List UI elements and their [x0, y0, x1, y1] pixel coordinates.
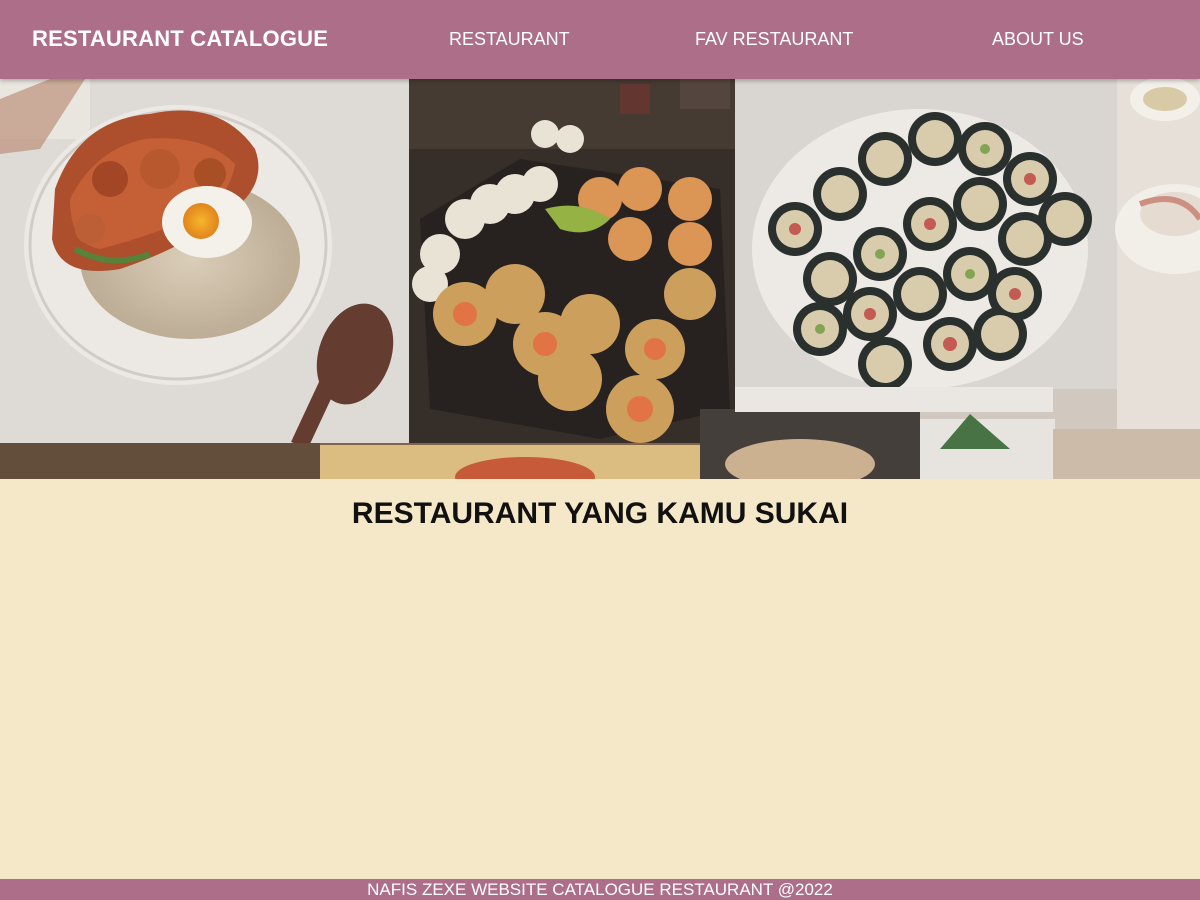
footer: NAFIS ZEXE WEBSITE CATALOGUE RESTAURANT … [0, 879, 1200, 900]
brand-logo-text[interactable]: RESTAURANT CATALOGUE [32, 26, 328, 52]
hero-food-collage [0, 79, 1200, 479]
nav-link-about-us[interactable]: ABOUT US [992, 29, 1084, 50]
footer-copyright: NAFIS ZEXE WEBSITE CATALOGUE RESTAURANT … [367, 880, 833, 899]
hero-image [0, 79, 1200, 479]
page-heading: RESTAURANT YANG KAMU SUKAI [351, 497, 849, 530]
app-bar: RESTAURANT CATALOGUE RESTAURANT FAV REST… [0, 0, 1200, 79]
nav-link-restaurant[interactable]: RESTAURANT [449, 29, 570, 50]
nav-link-fav-restaurant[interactable]: FAV RESTAURANT [695, 29, 853, 50]
favorite-restaurant-list [40, 560, 1160, 860]
